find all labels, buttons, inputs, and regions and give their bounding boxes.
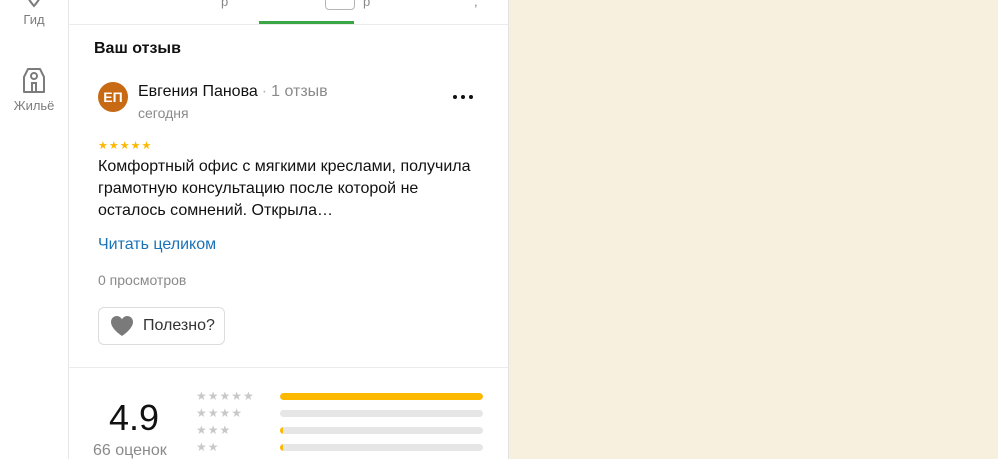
avatar[interactable]: ЕП <box>98 82 128 112</box>
sidebar-item-guide[interactable]: Гид <box>0 0 68 27</box>
distribution-stars: ★★ <box>196 440 220 454</box>
sidebar-item-housing[interactable]: Жильё <box>0 65 68 113</box>
distribution-stars: ★★★ <box>196 423 232 437</box>
section-title: Ваш отзыв <box>94 40 181 57</box>
rating-distribution-row: ★★★ <box>196 423 484 437</box>
tab-fragment[interactable]: , <box>474 0 478 9</box>
author-reviews-count: 1 отзыв <box>271 83 328 100</box>
rating-distribution-row: ★★★★ <box>196 406 484 420</box>
distribution-bar <box>280 427 483 434</box>
distribution-bar <box>280 393 483 400</box>
review-date: сегодня <box>138 105 189 121</box>
tab-active-indicator <box>259 21 354 24</box>
heart-icon <box>111 316 133 336</box>
author-name[interactable]: Евгения Панова <box>138 83 258 100</box>
tab-fragment[interactable]: р <box>363 0 370 9</box>
distribution-stars: ★★★★ <box>196 406 244 420</box>
tab-bar: р р , <box>69 0 508 25</box>
rating-distribution-row: ★★ <box>196 440 484 454</box>
read-more-link[interactable]: Читать целиком <box>98 236 216 254</box>
left-sidebar: Гид Жильё <box>0 0 69 459</box>
views-count: 0 просмотров <box>98 272 187 288</box>
distribution-bar-fill <box>280 427 284 434</box>
useful-button-label: Полезно? <box>143 317 215 334</box>
rating-distribution-row: ★★★★★ <box>196 389 484 403</box>
author-line: Евгения Панова · 1 отзыв <box>138 83 328 101</box>
review-panel: р р , Ваш отзыв ЕП Евгения Панова · 1 отзы… <box>69 0 509 459</box>
guide-icon <box>28 0 40 8</box>
ratings-count: 66 оценок <box>93 442 167 459</box>
tab-counter-box[interactable] <box>325 0 355 10</box>
useful-button[interactable]: Полезно? <box>98 307 225 345</box>
housing-icon <box>23 68 45 93</box>
sidebar-item-label: Гид <box>23 12 45 27</box>
review-stars: ★★★★★ <box>98 140 153 152</box>
more-options-icon[interactable] <box>453 84 475 108</box>
divider <box>69 367 508 368</box>
avatar-initials: ЕП <box>103 89 123 105</box>
distribution-bar-fill <box>280 444 284 451</box>
distribution-bar-fill <box>280 393 483 400</box>
overall-rating: 4.9 <box>109 397 160 438</box>
distribution-stars: ★★★★★ <box>196 389 255 403</box>
review-text: Комфортный офис с мягкими креслами, полу… <box>98 158 471 219</box>
distribution-bar <box>280 410 483 417</box>
sidebar-item-label: Жильё <box>13 98 55 113</box>
map-area[interactable] <box>509 0 998 459</box>
author-separator: · <box>261 83 268 100</box>
distribution-bar <box>280 444 483 451</box>
tab-fragment[interactable]: р <box>221 0 228 9</box>
